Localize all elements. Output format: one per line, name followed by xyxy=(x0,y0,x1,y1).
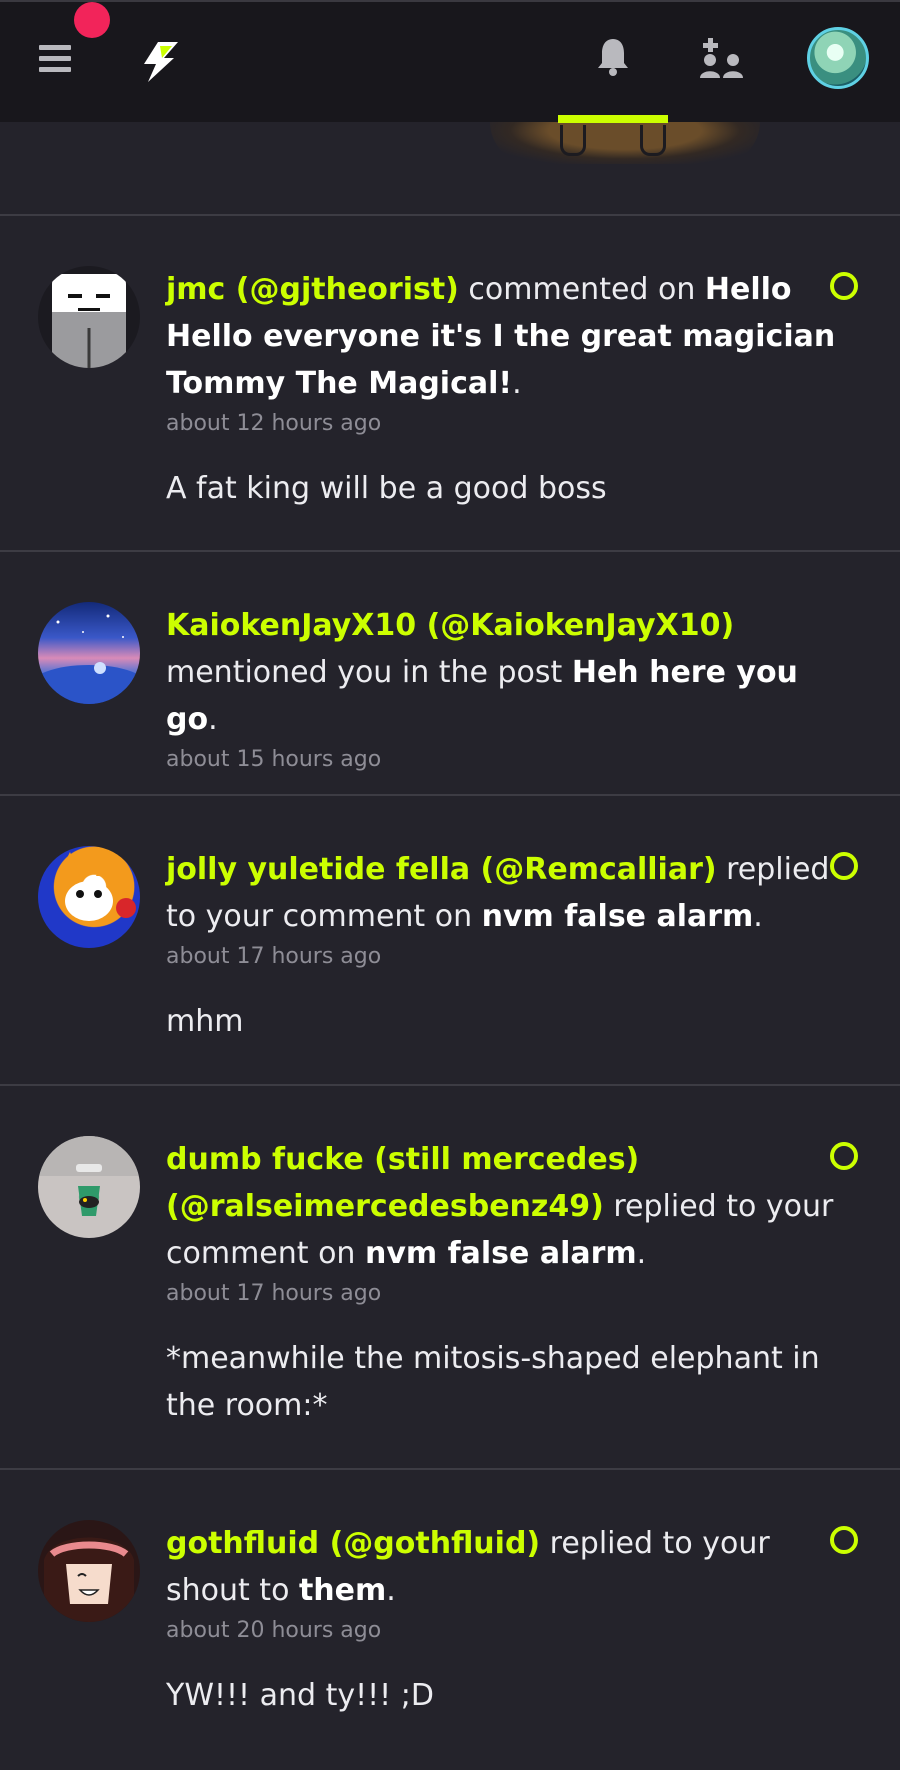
notification-time: about 17 hours ago xyxy=(166,944,382,969)
previous-item-image-detail xyxy=(640,125,666,156)
notification-item[interactable]: jmc (@gjtheorist) commented on Hello Hel… xyxy=(0,214,900,550)
notification-item[interactable]: jolly yuletide fella (@Remcalliar) repli… xyxy=(0,794,900,1084)
notification-target[interactable]: nvm false alarm xyxy=(365,1236,637,1271)
notification-target[interactable]: them xyxy=(299,1573,386,1608)
notification-username[interactable]: jolly yuletide fella (@Remcalliar) xyxy=(166,852,717,887)
notification-target[interactable]: nvm false alarm xyxy=(482,899,754,934)
hamburger-icon[interactable] xyxy=(39,45,71,73)
friends-icon[interactable] xyxy=(700,36,746,78)
user-avatar[interactable] xyxy=(807,27,869,89)
notification-tail: . xyxy=(208,702,218,737)
previous-item-image-detail xyxy=(560,125,586,156)
unread-indicator[interactable] xyxy=(830,852,858,880)
unread-indicator[interactable] xyxy=(830,1142,858,1170)
notification-time: about 15 hours ago xyxy=(166,747,382,772)
notification-body: *meanwhile the mitosis-shaped elephant i… xyxy=(166,1341,820,1423)
notification-list: jmc (@gjtheorist) commented on Hello Hel… xyxy=(0,214,900,1768)
active-tab-indicator xyxy=(558,115,668,123)
notification-item[interactable]: dumb fucke (still mercedes) (@ralseimerc… xyxy=(0,1084,900,1468)
notification-tail: . xyxy=(753,899,763,934)
notification-tail: . xyxy=(636,1236,647,1271)
top-navigation-bar xyxy=(0,0,900,123)
avatar[interactable] xyxy=(38,1136,140,1238)
avatar[interactable] xyxy=(38,846,140,948)
avatar[interactable] xyxy=(38,266,140,368)
notification-username[interactable]: dumb fucke (still mercedes) (@ralseimerc… xyxy=(166,1142,639,1224)
notification-username[interactable]: KaiokenJayX10 (@KaiokenJayX10) xyxy=(166,608,734,643)
notification-tail: . xyxy=(512,366,522,401)
notification-time: about 17 hours ago xyxy=(166,1281,382,1306)
notification-time: about 20 hours ago xyxy=(166,1618,382,1643)
bell-icon[interactable] xyxy=(596,36,630,76)
notification-time: about 12 hours ago xyxy=(166,411,382,436)
notification-action: commented on xyxy=(458,272,705,307)
notification-action: mentioned you in the post xyxy=(166,655,572,690)
lightning-logo-icon[interactable] xyxy=(138,40,182,84)
notification-username[interactable]: jmc (@gjtheorist) xyxy=(166,272,459,307)
unread-indicator[interactable] xyxy=(830,1526,858,1554)
previous-item-remnant xyxy=(0,122,900,214)
previous-item-image xyxy=(490,122,760,164)
notification-item[interactable]: gothfluid (@gothfluid) replied to your s… xyxy=(0,1468,900,1768)
notification-badge xyxy=(74,2,110,38)
notification-body: YW!!! and ty!!! ;D xyxy=(166,1678,434,1713)
avatar[interactable] xyxy=(38,602,140,704)
notification-item[interactable]: KaiokenJayX10 (@KaiokenJayX10) mentioned… xyxy=(0,550,900,794)
unread-indicator[interactable] xyxy=(830,272,858,300)
notification-username[interactable]: gothfluid (@gothfluid) xyxy=(166,1526,540,1561)
notification-body: A fat king will be a good boss xyxy=(166,471,607,506)
avatar[interactable] xyxy=(38,1520,140,1622)
notification-tail: . xyxy=(386,1573,396,1608)
notification-body: mhm xyxy=(166,1004,244,1039)
